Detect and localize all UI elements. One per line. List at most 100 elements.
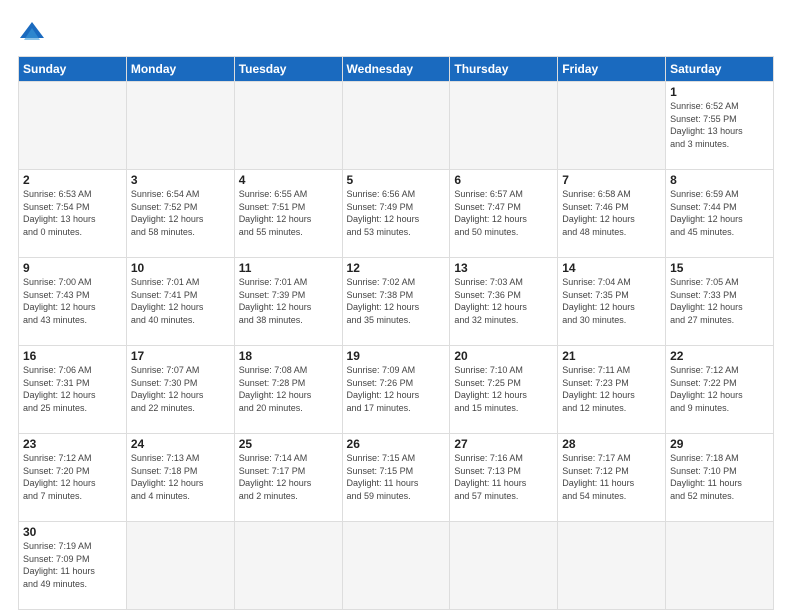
table-row xyxy=(450,82,558,170)
col-tuesday: Tuesday xyxy=(234,57,342,82)
day-info: Sunrise: 7:13 AM Sunset: 7:18 PM Dayligh… xyxy=(131,452,230,502)
day-number: 22 xyxy=(670,349,769,363)
day-info: Sunrise: 7:19 AM Sunset: 7:09 PM Dayligh… xyxy=(23,540,122,590)
day-info: Sunrise: 6:56 AM Sunset: 7:49 PM Dayligh… xyxy=(347,188,446,238)
col-friday: Friday xyxy=(558,57,666,82)
table-row xyxy=(342,82,450,170)
table-row: 28Sunrise: 7:17 AM Sunset: 7:12 PM Dayli… xyxy=(558,434,666,522)
day-info: Sunrise: 7:01 AM Sunset: 7:39 PM Dayligh… xyxy=(239,276,338,326)
day-info: Sunrise: 7:03 AM Sunset: 7:36 PM Dayligh… xyxy=(454,276,553,326)
day-number: 25 xyxy=(239,437,338,451)
table-row: 30Sunrise: 7:19 AM Sunset: 7:09 PM Dayli… xyxy=(19,522,127,610)
day-number: 23 xyxy=(23,437,122,451)
day-info: Sunrise: 7:04 AM Sunset: 7:35 PM Dayligh… xyxy=(562,276,661,326)
table-row: 25Sunrise: 7:14 AM Sunset: 7:17 PM Dayli… xyxy=(234,434,342,522)
day-info: Sunrise: 7:16 AM Sunset: 7:13 PM Dayligh… xyxy=(454,452,553,502)
table-row xyxy=(126,522,234,610)
day-number: 7 xyxy=(562,173,661,187)
day-info: Sunrise: 7:06 AM Sunset: 7:31 PM Dayligh… xyxy=(23,364,122,414)
table-row: 27Sunrise: 7:16 AM Sunset: 7:13 PM Dayli… xyxy=(450,434,558,522)
table-row xyxy=(666,522,774,610)
table-row: 1Sunrise: 6:52 AM Sunset: 7:55 PM Daylig… xyxy=(666,82,774,170)
day-number: 19 xyxy=(347,349,446,363)
table-row: 15Sunrise: 7:05 AM Sunset: 7:33 PM Dayli… xyxy=(666,258,774,346)
table-row xyxy=(19,82,127,170)
logo xyxy=(18,18,50,46)
table-row: 17Sunrise: 7:07 AM Sunset: 7:30 PM Dayli… xyxy=(126,346,234,434)
table-row xyxy=(450,522,558,610)
table-row: 24Sunrise: 7:13 AM Sunset: 7:18 PM Dayli… xyxy=(126,434,234,522)
calendar-week-row: 1Sunrise: 6:52 AM Sunset: 7:55 PM Daylig… xyxy=(19,82,774,170)
table-row: 8Sunrise: 6:59 AM Sunset: 7:44 PM Daylig… xyxy=(666,170,774,258)
logo-icon xyxy=(18,18,46,46)
day-info: Sunrise: 7:12 AM Sunset: 7:20 PM Dayligh… xyxy=(23,452,122,502)
table-row: 5Sunrise: 6:56 AM Sunset: 7:49 PM Daylig… xyxy=(342,170,450,258)
calendar-week-row: 9Sunrise: 7:00 AM Sunset: 7:43 PM Daylig… xyxy=(19,258,774,346)
day-info: Sunrise: 7:11 AM Sunset: 7:23 PM Dayligh… xyxy=(562,364,661,414)
table-row: 7Sunrise: 6:58 AM Sunset: 7:46 PM Daylig… xyxy=(558,170,666,258)
day-number: 11 xyxy=(239,261,338,275)
day-number: 18 xyxy=(239,349,338,363)
calendar-table: Sunday Monday Tuesday Wednesday Thursday… xyxy=(18,56,774,610)
table-row: 11Sunrise: 7:01 AM Sunset: 7:39 PM Dayli… xyxy=(234,258,342,346)
day-info: Sunrise: 6:59 AM Sunset: 7:44 PM Dayligh… xyxy=(670,188,769,238)
table-row: 26Sunrise: 7:15 AM Sunset: 7:15 PM Dayli… xyxy=(342,434,450,522)
table-row xyxy=(342,522,450,610)
day-info: Sunrise: 7:05 AM Sunset: 7:33 PM Dayligh… xyxy=(670,276,769,326)
day-number: 29 xyxy=(670,437,769,451)
calendar-week-row: 23Sunrise: 7:12 AM Sunset: 7:20 PM Dayli… xyxy=(19,434,774,522)
table-row: 13Sunrise: 7:03 AM Sunset: 7:36 PM Dayli… xyxy=(450,258,558,346)
col-sunday: Sunday xyxy=(19,57,127,82)
table-row xyxy=(558,522,666,610)
day-info: Sunrise: 7:12 AM Sunset: 7:22 PM Dayligh… xyxy=(670,364,769,414)
day-number: 12 xyxy=(347,261,446,275)
day-number: 20 xyxy=(454,349,553,363)
header xyxy=(18,18,774,46)
day-info: Sunrise: 7:07 AM Sunset: 7:30 PM Dayligh… xyxy=(131,364,230,414)
day-number: 6 xyxy=(454,173,553,187)
table-row: 18Sunrise: 7:08 AM Sunset: 7:28 PM Dayli… xyxy=(234,346,342,434)
day-number: 26 xyxy=(347,437,446,451)
col-monday: Monday xyxy=(126,57,234,82)
table-row: 2Sunrise: 6:53 AM Sunset: 7:54 PM Daylig… xyxy=(19,170,127,258)
day-info: Sunrise: 7:08 AM Sunset: 7:28 PM Dayligh… xyxy=(239,364,338,414)
col-wednesday: Wednesday xyxy=(342,57,450,82)
day-info: Sunrise: 7:14 AM Sunset: 7:17 PM Dayligh… xyxy=(239,452,338,502)
day-info: Sunrise: 7:15 AM Sunset: 7:15 PM Dayligh… xyxy=(347,452,446,502)
day-info: Sunrise: 6:53 AM Sunset: 7:54 PM Dayligh… xyxy=(23,188,122,238)
day-number: 24 xyxy=(131,437,230,451)
day-number: 28 xyxy=(562,437,661,451)
day-info: Sunrise: 6:58 AM Sunset: 7:46 PM Dayligh… xyxy=(562,188,661,238)
table-row: 6Sunrise: 6:57 AM Sunset: 7:47 PM Daylig… xyxy=(450,170,558,258)
day-number: 17 xyxy=(131,349,230,363)
table-row: 12Sunrise: 7:02 AM Sunset: 7:38 PM Dayli… xyxy=(342,258,450,346)
table-row: 14Sunrise: 7:04 AM Sunset: 7:35 PM Dayli… xyxy=(558,258,666,346)
table-row: 29Sunrise: 7:18 AM Sunset: 7:10 PM Dayli… xyxy=(666,434,774,522)
table-row xyxy=(234,82,342,170)
table-row: 21Sunrise: 7:11 AM Sunset: 7:23 PM Dayli… xyxy=(558,346,666,434)
day-info: Sunrise: 6:52 AM Sunset: 7:55 PM Dayligh… xyxy=(670,100,769,150)
page: Sunday Monday Tuesday Wednesday Thursday… xyxy=(0,0,792,612)
day-number: 16 xyxy=(23,349,122,363)
day-number: 2 xyxy=(23,173,122,187)
day-number: 1 xyxy=(670,85,769,99)
table-row xyxy=(126,82,234,170)
table-row: 23Sunrise: 7:12 AM Sunset: 7:20 PM Dayli… xyxy=(19,434,127,522)
col-thursday: Thursday xyxy=(450,57,558,82)
day-number: 4 xyxy=(239,173,338,187)
calendar-week-row: 30Sunrise: 7:19 AM Sunset: 7:09 PM Dayli… xyxy=(19,522,774,610)
day-number: 8 xyxy=(670,173,769,187)
day-info: Sunrise: 7:09 AM Sunset: 7:26 PM Dayligh… xyxy=(347,364,446,414)
day-number: 13 xyxy=(454,261,553,275)
table-row xyxy=(558,82,666,170)
day-number: 10 xyxy=(131,261,230,275)
day-info: Sunrise: 7:10 AM Sunset: 7:25 PM Dayligh… xyxy=(454,364,553,414)
day-info: Sunrise: 7:02 AM Sunset: 7:38 PM Dayligh… xyxy=(347,276,446,326)
day-info: Sunrise: 7:18 AM Sunset: 7:10 PM Dayligh… xyxy=(670,452,769,502)
calendar-header-row: Sunday Monday Tuesday Wednesday Thursday… xyxy=(19,57,774,82)
table-row: 16Sunrise: 7:06 AM Sunset: 7:31 PM Dayli… xyxy=(19,346,127,434)
day-number: 30 xyxy=(23,525,122,539)
table-row: 10Sunrise: 7:01 AM Sunset: 7:41 PM Dayli… xyxy=(126,258,234,346)
day-number: 3 xyxy=(131,173,230,187)
day-info: Sunrise: 7:00 AM Sunset: 7:43 PM Dayligh… xyxy=(23,276,122,326)
